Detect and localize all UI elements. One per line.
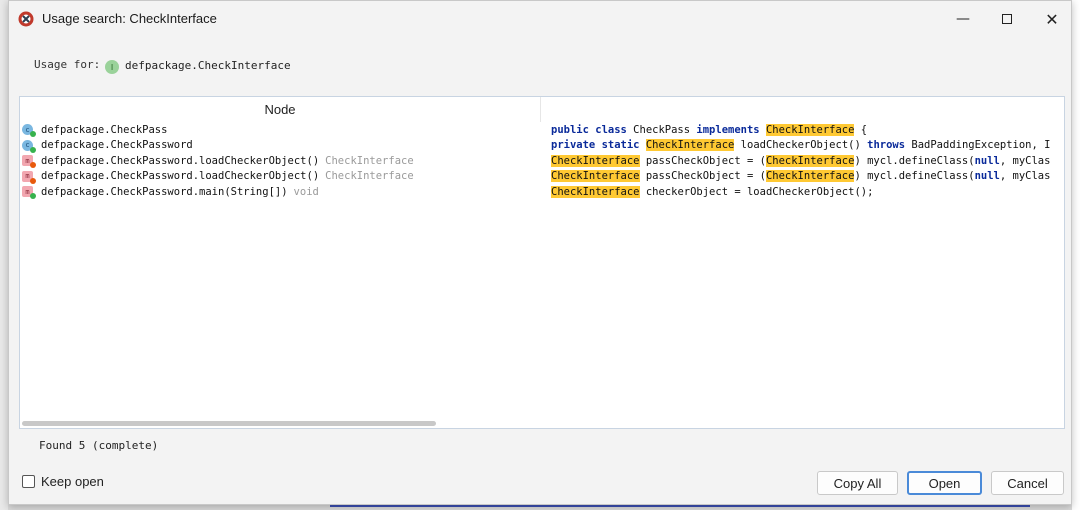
keep-open-toggle[interactable]: Keep open [22, 474, 104, 489]
highlighted-match: CheckInterface [765, 170, 855, 183]
node-name: defpackage.CheckPassword.loadCheckerObje… [41, 154, 320, 167]
table-row[interactable]: m defpackage.CheckPassword.loadCheckerObj… [20, 169, 541, 185]
usage-for-value: defpackage.CheckInterface [125, 59, 291, 72]
keep-open-checkbox[interactable] [22, 475, 35, 488]
keep-open-label: Keep open [41, 474, 104, 489]
access-dot-icon [30, 162, 36, 169]
code-text: CheckPass [626, 123, 697, 136]
node-name: defpackage.CheckPassword [41, 139, 193, 152]
maximize-icon[interactable] [984, 1, 1030, 37]
node-column: c defpackage.CheckPass c defpackage.CheckPa… [20, 122, 541, 200]
code-keyword: throws [867, 139, 906, 152]
copy-all-button[interactable]: Copy All [817, 471, 898, 495]
table-row[interactable]: m defpackage.CheckPassword.loadCheckerObj… [20, 153, 541, 169]
code-text: ) mycl.defineClass( [854, 154, 975, 167]
code-text: , myClas [999, 154, 1051, 167]
node-type-hint: void [293, 185, 319, 198]
highlighted-match: CheckInterface [765, 123, 855, 136]
access-dot-icon [30, 131, 36, 138]
code-text: passCheckObject = ( [639, 170, 766, 183]
node-type-hint: CheckInterface [325, 170, 414, 183]
access-dot-icon [30, 193, 36, 200]
code-text: passCheckObject = ( [639, 154, 766, 167]
table-row[interactable]: m defpackage.CheckPassword.main(String[])… [20, 184, 541, 200]
column-header-node[interactable]: Node [20, 97, 541, 122]
interface-icon: I [105, 60, 119, 74]
background-editor-right [1072, 0, 1080, 510]
code-line[interactable]: CheckInterface passCheckObject = (CheckI… [551, 153, 1064, 169]
node-name: defpackage.CheckPass [41, 123, 168, 136]
minimize-icon[interactable]: — [940, 1, 986, 37]
code-text: BadPaddingException, I [905, 139, 1051, 152]
code-text: , myClas [999, 170, 1051, 183]
class-icon: c [22, 139, 37, 153]
access-dot-icon [30, 146, 36, 153]
close-icon[interactable]: ✕ [1029, 1, 1075, 37]
code-line[interactable]: CheckInterface checkerObject = loadCheck… [551, 184, 1064, 200]
class-icon: c [22, 123, 37, 138]
code-text: ) mycl.defineClass( [854, 170, 975, 183]
status-text: Found 5 (complete) [39, 439, 159, 452]
highlighted-match: CheckInterface [551, 185, 640, 198]
code-text: { [854, 123, 868, 136]
usage-for-label: Usage for: [34, 58, 101, 71]
code-text: loadCheckerObject() [734, 139, 868, 152]
jadx-icon [18, 11, 34, 27]
horizontal-scrollbar[interactable] [22, 421, 436, 426]
open-button[interactable]: Open [907, 471, 982, 495]
code-line[interactable]: CheckInterface passCheckObject = (CheckI… [551, 169, 1064, 185]
node-type-hint: CheckInterface [325, 154, 414, 167]
code-line[interactable]: private static CheckInterface loadChecke… [551, 138, 1064, 154]
access-dot-icon [30, 177, 36, 184]
code-keyword: implements [696, 123, 760, 136]
node-name: defpackage.CheckPassword.main(String[]) [41, 185, 288, 198]
highlighted-match: CheckInterface [551, 170, 640, 183]
highlighted-match: CheckInterface [765, 154, 855, 167]
code-text: checkerObject = loadCheckerObject(); [639, 185, 874, 198]
code-keyword: private static [551, 139, 640, 152]
code-keyword: null [974, 154, 1000, 167]
node-name: defpackage.CheckPassword.loadCheckerObje… [41, 170, 320, 183]
background-editor-line [330, 505, 1030, 507]
table-row[interactable]: c defpackage.CheckPassword [20, 138, 541, 154]
title-bar[interactable]: Usage search: CheckInterface — ✕ [9, 1, 1071, 37]
code-keyword: null [974, 170, 1000, 183]
window-title: Usage search: CheckInterface [42, 11, 217, 26]
method-icon: m [22, 154, 37, 169]
code-line[interactable]: public class CheckPass implements CheckI… [551, 122, 1064, 138]
cancel-button[interactable]: Cancel [991, 471, 1064, 495]
highlighted-match: CheckInterface [645, 139, 735, 152]
highlighted-match: CheckInterface [551, 154, 640, 167]
table-row[interactable]: c defpackage.CheckPass [20, 122, 541, 138]
code-keyword: public class [551, 123, 627, 136]
background-editor-left [0, 0, 8, 510]
column-header-code[interactable] [542, 97, 1064, 122]
usage-search-dialog: Usage search: CheckInterface — ✕ Usage f… [8, 0, 1072, 505]
results-table: Node c defpackage.CheckPass c defpackage.Ch… [19, 96, 1065, 429]
method-icon: m [22, 185, 37, 200]
code-column: public class CheckPass implements CheckI… [551, 122, 1064, 200]
method-icon: m [22, 170, 37, 184]
